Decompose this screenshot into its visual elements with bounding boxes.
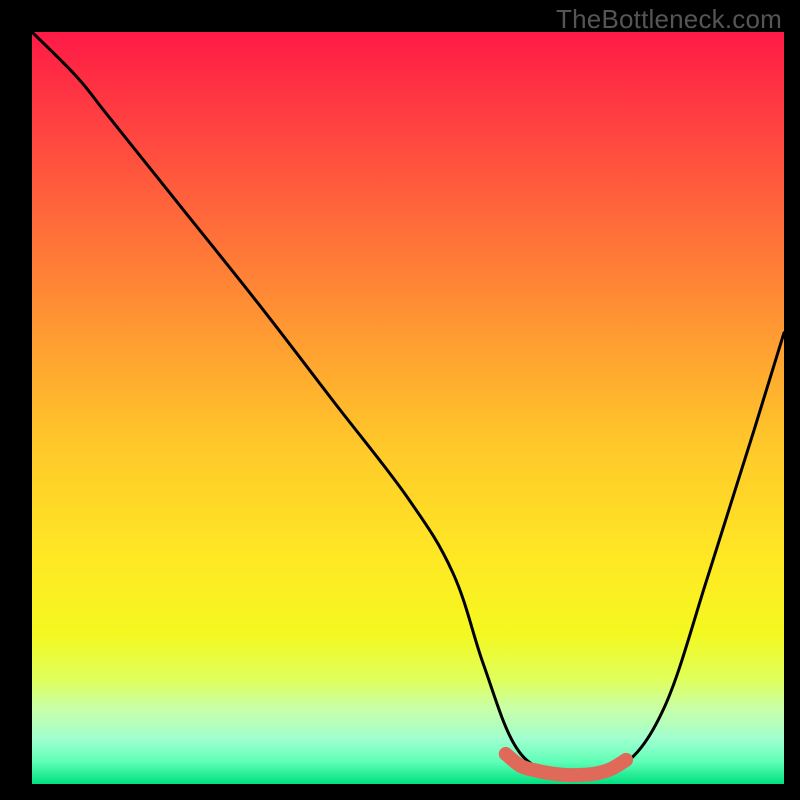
chart-frame: TheBottleneck.com [0,0,800,800]
chart-svg [32,32,784,784]
plot-area [32,32,784,784]
watermark-text: TheBottleneck.com [556,4,782,35]
gradient-background [32,32,784,784]
